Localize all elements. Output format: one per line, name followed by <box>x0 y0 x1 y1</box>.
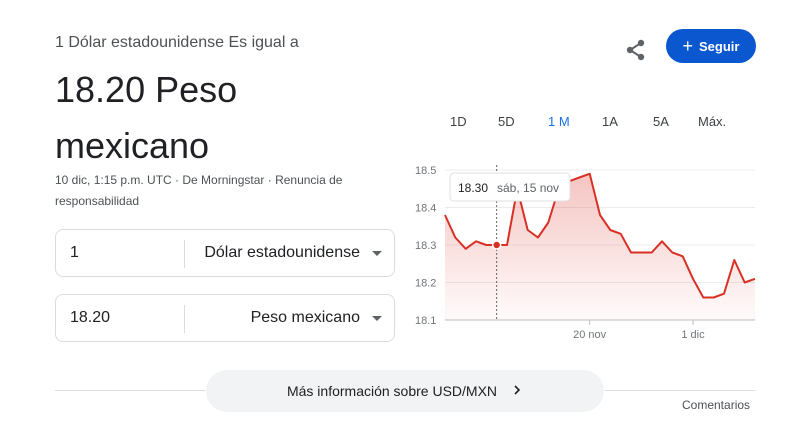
share-icon[interactable] <box>622 36 650 64</box>
chevron-right-icon <box>511 383 523 399</box>
from-amount-input[interactable]: 1 <box>70 244 79 262</box>
exchange-rate-chart[interactable]: 18.5 18.4 18.3 18.2 18.1 20 nov 1 dic 18.30 sáb,… <box>405 155 765 350</box>
plus-icon: + <box>682 36 694 56</box>
comments-link[interactable]: Comentarios <box>682 398 750 412</box>
to-amount-input[interactable]: 18.20 <box>70 309 110 327</box>
follow-label: Seguir <box>699 38 740 54</box>
field-divider <box>184 305 185 333</box>
hover-point <box>491 240 502 250</box>
y-tick-label: 18.3 <box>415 240 436 252</box>
y-tick-label: 18.5 <box>415 165 436 177</box>
conversion-subtitle: 1 Dólar estadounidense Es igual a <box>55 34 299 51</box>
x-tick-label: 20 nov <box>573 329 607 341</box>
range-tab[interactable]: 5D <box>498 114 515 129</box>
from-currency-field[interactable]: 1 Dólar estadounidense <box>55 229 395 277</box>
chevron-down-icon[interactable] <box>372 316 382 321</box>
x-tick-label: 1 dic <box>681 329 705 341</box>
to-currency-select[interactable]: Peso mexicano <box>251 309 360 327</box>
range-tab[interactable]: 1A <box>602 114 618 129</box>
tooltip-date: sáb, 15 nov <box>497 181 559 195</box>
range-tab[interactable]: 1 M <box>548 114 570 129</box>
tooltip-value: 18.30 <box>458 181 488 195</box>
range-tab[interactable]: 1D <box>450 114 467 129</box>
more-info-label: Más información sobre USD/MXN <box>286 383 498 399</box>
follow-button[interactable]: + Seguir <box>666 29 756 63</box>
more-info-button[interactable]: Más información sobre USD/MXN <box>206 370 604 412</box>
field-divider <box>184 240 185 268</box>
result-meta: 10 dic, 1:15 p.m. UTC · De Morningstar ·… <box>55 173 343 208</box>
conversion-result: 18.20 Peso mexicano <box>55 69 238 166</box>
y-tick-label: 18.2 <box>415 278 436 290</box>
chevron-down-icon[interactable] <box>372 251 382 256</box>
from-currency-select[interactable]: Dólar estadounidense <box>204 244 360 262</box>
divider <box>55 390 205 391</box>
y-tick-label: 18.4 <box>415 203 436 215</box>
y-tick-label: 18.1 <box>415 315 436 327</box>
range-tab[interactable]: 5A <box>653 114 669 129</box>
range-tab[interactable]: Máx. <box>698 114 726 129</box>
divider <box>605 390 755 391</box>
to-currency-field[interactable]: 18.20 Peso mexicano <box>55 294 395 342</box>
